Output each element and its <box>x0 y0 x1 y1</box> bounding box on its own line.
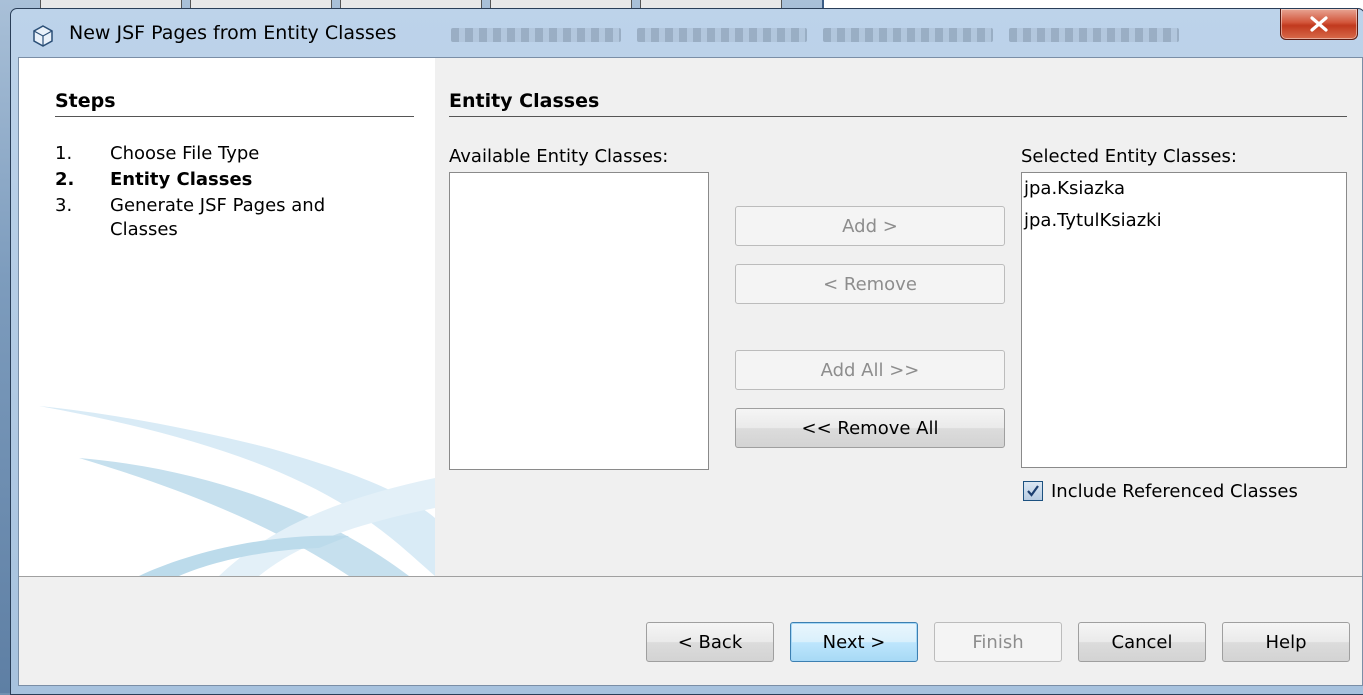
cube-icon <box>33 25 53 47</box>
panel-heading: Entity Classes <box>449 90 600 112</box>
add-button[interactable]: Add > <box>735 206 1005 246</box>
list-item[interactable]: jpa.TytulKsiazki <box>1022 205 1346 237</box>
dialog-window: New JSF Pages from Entity Classes Steps … <box>10 8 1363 695</box>
step-label: Choose File Type <box>110 143 260 164</box>
dialog-title: New JSF Pages from Entity Classes <box>69 22 397 44</box>
checkmark-icon <box>1027 485 1039 497</box>
include-referenced-checkbox[interactable] <box>1023 481 1043 501</box>
remove-button[interactable]: < Remove <box>735 264 1005 304</box>
step-number: 1. <box>55 143 73 164</box>
remove-all-button[interactable]: << Remove All <box>735 408 1005 448</box>
background-tabs <box>451 23 1251 47</box>
back-button[interactable]: < Back <box>646 622 774 662</box>
step-number: 2. <box>55 169 75 190</box>
list-item[interactable]: jpa.Ksiazka <box>1022 173 1346 205</box>
entity-classes-panel: Entity Classes Available Entity Classes:… <box>435 58 1362 576</box>
help-button[interactable]: Help <box>1222 622 1350 662</box>
close-button[interactable] <box>1280 9 1358 40</box>
title-bar[interactable]: New JSF Pages from Entity Classes <box>11 9 1363 57</box>
cancel-button[interactable]: Cancel <box>1078 622 1206 662</box>
available-classes-list[interactable] <box>449 172 709 470</box>
steps-divider <box>55 116 414 117</box>
add-all-button[interactable]: Add All >> <box>735 350 1005 390</box>
steps-panel: Steps 1. Choose File Type 2. Entity Clas… <box>19 58 435 576</box>
step-label: Generate JSF Pages and Classes <box>110 195 326 240</box>
footer-divider <box>19 576 1362 577</box>
selected-classes-list[interactable]: jpa.Ksiazka jpa.TytulKsiazki <box>1021 172 1347 468</box>
step-number: 3. <box>55 195 73 216</box>
panel-divider <box>449 116 1347 117</box>
next-button[interactable]: Next > <box>790 622 918 662</box>
steps-heading: Steps <box>55 90 116 112</box>
available-classes-label: Available Entity Classes: <box>449 146 669 167</box>
dialog-client: Steps 1. Choose File Type 2. Entity Clas… <box>18 57 1363 686</box>
finish-button[interactable]: Finish <box>934 622 1062 662</box>
close-icon <box>1310 16 1328 32</box>
wizard-swoosh-graphic <box>39 406 435 576</box>
include-referenced-option[interactable]: Include Referenced Classes <box>1023 476 1298 506</box>
selected-classes-label: Selected Entity Classes: <box>1021 146 1237 167</box>
step-label: Entity Classes <box>110 169 253 190</box>
include-referenced-label: Include Referenced Classes <box>1051 480 1298 502</box>
